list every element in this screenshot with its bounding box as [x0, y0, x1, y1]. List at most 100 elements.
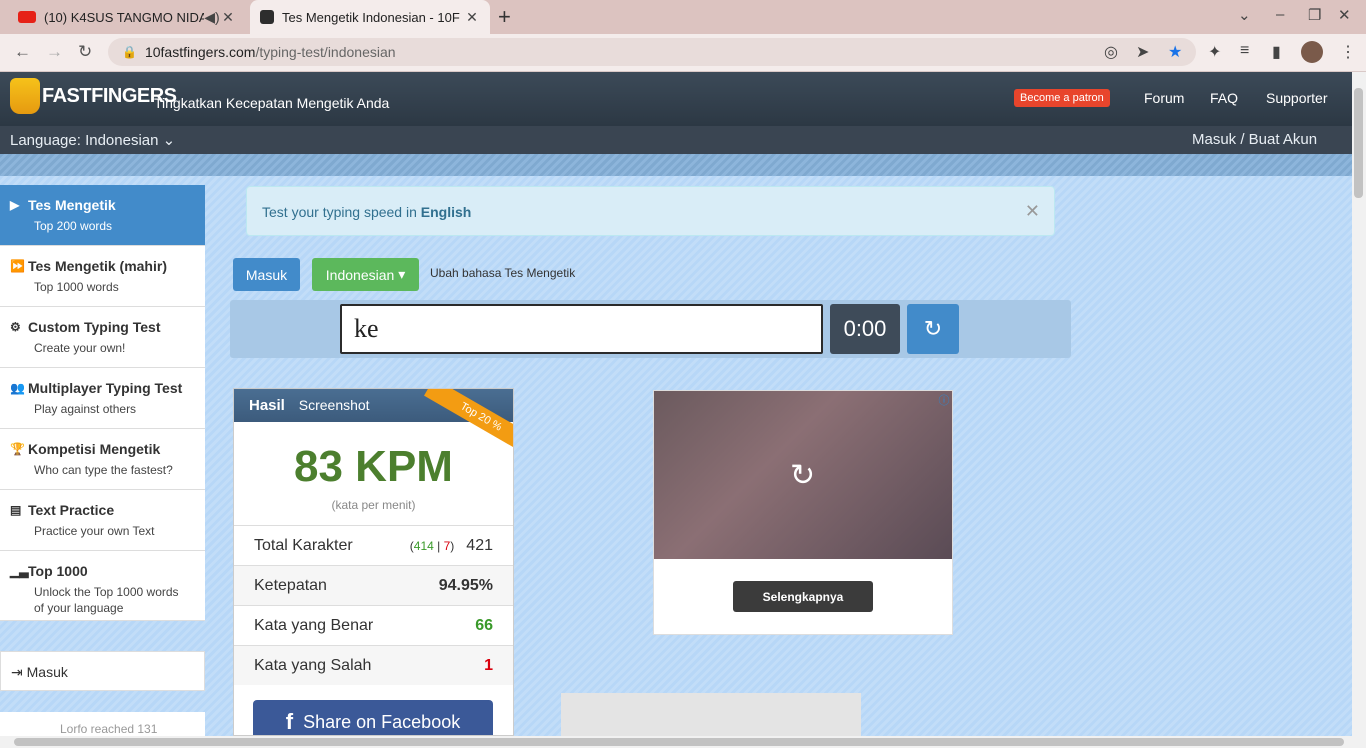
sidebar-item-title: Kompetisi Mengetik	[28, 441, 161, 457]
timer: 0:00	[830, 304, 900, 354]
url-host: 10fastfingers.com	[144, 44, 256, 60]
sidebar-item-multiplayer[interactable]: 👥 Multiplayer Typing Test Play against ot…	[0, 368, 205, 429]
media-icon[interactable]: ≡	[1240, 42, 1249, 60]
ad-placeholder	[561, 693, 861, 736]
sidebar-item-sub: Create your own!	[34, 341, 126, 355]
send-icon[interactable]: ➤	[1136, 42, 1149, 62]
hand-logo-icon	[10, 78, 40, 114]
browser-tab-active[interactable]: Tes Mengetik Indonesian - 10F ✕	[250, 0, 490, 34]
sidebar-item-title: Tes Mengetik	[28, 197, 116, 213]
trophy-icon: 🏆	[10, 442, 25, 456]
signal-icon: ▁▃	[10, 564, 29, 578]
header-stripe	[0, 154, 1352, 176]
table-row: Ketepatan 94.95%	[234, 565, 513, 605]
avatar[interactable]	[1301, 41, 1323, 63]
facebook-icon: f	[285, 709, 294, 734]
horizontal-scroll-thumb[interactable]	[14, 738, 1344, 746]
masuk-button[interactable]: Masuk	[233, 258, 300, 291]
row-label: Ketepatan	[254, 576, 327, 594]
close-icon[interactable]: ✕	[1025, 201, 1040, 222]
login-link[interactable]: Masuk / Buat Akun	[1192, 131, 1317, 148]
reload-icon[interactable]: ↻	[78, 42, 92, 62]
address-bar[interactable]: 🔒 10fastfingers.com/typing-test/indonesi…	[108, 38, 1196, 66]
language-dropdown[interactable]: Indonesian ▾	[312, 258, 419, 291]
sidebar-item-tes-mengetik[interactable]: ▶ Tes Mengetik Top 200 words	[0, 185, 205, 246]
chevron-down-icon: ⌄	[162, 132, 176, 149]
back-icon[interactable]: ←	[14, 42, 31, 62]
language-alert: Test your typing speed in English ✕	[246, 186, 1055, 236]
tab-title: Tes Mengetik Indonesian - 10F	[282, 9, 460, 25]
language-hint: Ubah bahasa Tes Mengetik	[430, 266, 576, 280]
nav-forum[interactable]: Forum	[1144, 90, 1184, 106]
logo[interactable]: FASTFINGERS	[10, 78, 177, 114]
site-favicon-icon	[260, 10, 274, 24]
sidebar-item-sub: Top 1000 words	[34, 280, 119, 294]
sidebar-item-title: Tes Mengetik (mahir)	[28, 258, 167, 274]
alert-lang-link[interactable]: English	[421, 204, 472, 220]
extensions-icon[interactable]: ✦	[1208, 42, 1221, 62]
info-icon[interactable]: ⓘ	[937, 392, 951, 407]
kpm-sub: (kata per menit)	[331, 498, 416, 512]
language-selector[interactable]: Language: Indonesian ⌄	[10, 131, 175, 149]
sidebar-item-sub: Top 200 words	[34, 219, 113, 233]
sidebar-item-sub: Who can type the fastest?	[34, 463, 173, 477]
speaker-icon[interactable]: ◀)	[204, 9, 220, 26]
share-label: Share on Facebook	[303, 711, 461, 732]
document-icon: ▤	[10, 503, 22, 517]
replay-icon[interactable]: ↻	[790, 458, 815, 493]
row-value: 94.95%	[438, 576, 493, 594]
fast-forward-icon: ⏩	[10, 259, 25, 273]
language-bar	[0, 126, 1352, 154]
nav-supporter[interactable]: Supporter	[1266, 90, 1327, 106]
forward-icon[interactable]: →	[46, 42, 63, 62]
sidebar-item-sub: of your language	[34, 601, 124, 615]
char-breakdown: (414 | 7)	[409, 538, 455, 553]
sidebar-item-mahir[interactable]: ⏩ Tes Mengetik (mahir) Top 1000 words	[0, 246, 205, 307]
wrong-chars: 7	[443, 538, 451, 553]
close-icon[interactable]: ✕	[220, 9, 236, 26]
sign-in-icon: ⇥	[11, 664, 23, 680]
browser-tab-youtube[interactable]: (10) K4SUS TANGMO NIDA ◀) ✕	[8, 0, 246, 34]
sidebar-item-sub: Unlock the Top 1000 words	[34, 585, 179, 599]
row-value: 1	[484, 656, 493, 674]
share-facebook-button[interactable]: f Share on Facebook	[253, 700, 493, 735]
row-value: 66	[475, 616, 493, 634]
ad-cta-button[interactable]: Selengkapnya	[733, 581, 873, 612]
tab-screenshot[interactable]: Screenshot	[299, 397, 370, 413]
sidebar-item-title: Custom Typing Test	[28, 319, 161, 335]
vertical-scroll-thumb[interactable]	[1354, 88, 1363, 198]
side-panel-icon[interactable]: ▮	[1272, 42, 1281, 62]
row-value: 421	[466, 536, 493, 554]
new-tab-button[interactable]: +	[498, 4, 511, 30]
window-close-icon[interactable]: ✕	[1338, 6, 1351, 24]
eye-off-icon[interactable]: ◎	[1104, 42, 1118, 62]
sidebar-teaser: Lorfo reached 131	[0, 712, 205, 736]
sidebar-item-title: Top 1000	[28, 563, 88, 579]
sidebar-login[interactable]: ⇥ Masuk	[0, 651, 205, 691]
sidebar-item-top-1000[interactable]: ▁▃ Top 1000 Unlock the Top 1000 words of …	[0, 551, 205, 621]
nav-faq[interactable]: FAQ	[1210, 90, 1238, 106]
minimize-icon[interactable]: –	[1276, 6, 1284, 23]
sidebar: ▶ Tes Mengetik Top 200 words ⏩ Tes Mengeti…	[0, 185, 205, 621]
lock-icon: 🔒	[122, 45, 137, 59]
typing-input[interactable]: ke	[340, 304, 823, 354]
patron-button[interactable]: Become a patron	[1014, 89, 1110, 107]
maximize-icon[interactable]: ❐	[1308, 6, 1321, 24]
sidebar-item-text-practice[interactable]: ▤ Text Practice Practice your own Text	[0, 490, 205, 551]
row-label: Total Karakter	[254, 536, 353, 554]
alert-text: Test your typing speed in	[262, 204, 417, 220]
tab-hasil[interactable]: Hasil	[249, 397, 285, 414]
sidebar-item-custom[interactable]: ⚙ Custom Typing Test Create your own!	[0, 307, 205, 368]
tab-search-icon[interactable]: ⌄	[1238, 6, 1251, 24]
sidebar-item-sub: Practice your own Text	[34, 524, 155, 538]
correct-chars: 414	[413, 538, 434, 553]
star-icon[interactable]: ★	[1168, 42, 1182, 62]
close-icon[interactable]: ✕	[464, 9, 480, 26]
sidebar-item-kompetisi[interactable]: 🏆 Kompetisi Mengetik Who can type the fas…	[0, 429, 205, 490]
language-label: Language: Indonesian	[10, 132, 159, 149]
menu-icon[interactable]: ⋮	[1340, 42, 1356, 62]
restart-button[interactable]: ↻	[907, 304, 959, 354]
tagline: Tingkatkan Kecepatan Mengetik Anda	[154, 95, 390, 111]
row-label: Kata yang Benar	[254, 616, 374, 634]
play-icon: ▶	[10, 198, 20, 212]
